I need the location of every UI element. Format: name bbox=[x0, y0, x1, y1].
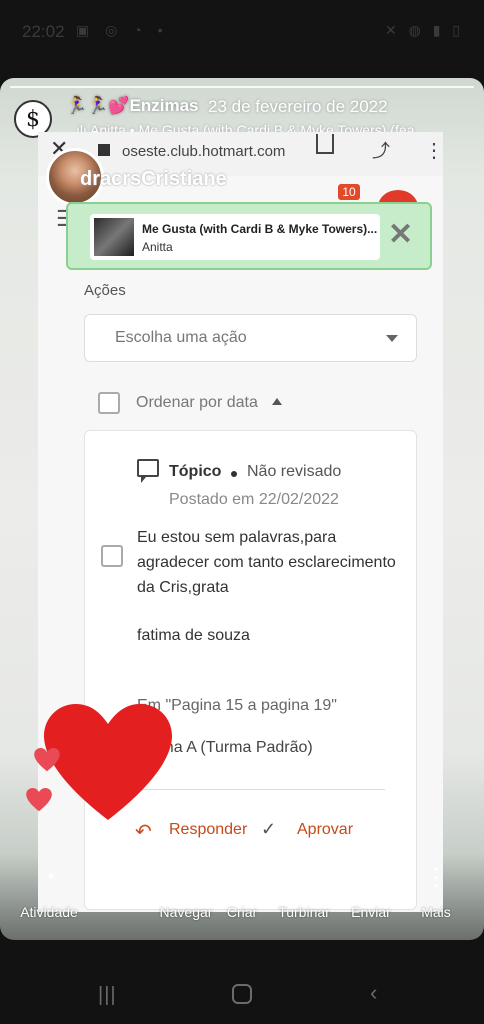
story-action-bar: ◔ Atividade ▯ Navegar ▶ Criar ↗ Turbinar… bbox=[0, 850, 484, 940]
recents-icon[interactable]: ||| bbox=[98, 984, 117, 1007]
story-viewer[interactable]: $ 🏃‍♀️🏃‍♀️💕Enzimas 23 de fevereiro de 20… bbox=[0, 78, 484, 940]
chevron-down-icon bbox=[386, 335, 398, 342]
check-icon: ✓ bbox=[261, 819, 277, 839]
share-icon: ⤴ bbox=[372, 141, 390, 161]
system-nav-bar: ||| ‹ bbox=[0, 940, 484, 1024]
browse-label: Navegar bbox=[159, 904, 213, 920]
notification-icons: ▣ ◎ ◔ • bbox=[76, 22, 169, 38]
send-icon: ➤ bbox=[360, 864, 382, 891]
order-checkbox bbox=[98, 392, 120, 414]
story-date: 23 de fevereiro de 2022 bbox=[208, 97, 388, 116]
activity-label: Atividade bbox=[20, 904, 78, 920]
url-text: oseste.club.hotmart.com bbox=[122, 143, 286, 160]
action-select-placeholder: Escolha uma ação bbox=[115, 329, 247, 346]
separator-dot bbox=[231, 471, 237, 477]
post-checkbox bbox=[101, 545, 123, 567]
home-icon[interactable] bbox=[232, 984, 252, 1004]
send-button[interactable]: ➤ Enviar bbox=[346, 862, 396, 920]
action-select: Escolha uma ação bbox=[84, 314, 417, 362]
notification-badge: 10 bbox=[338, 184, 360, 200]
album-art-image bbox=[94, 218, 134, 256]
actions-label: Ações bbox=[84, 282, 126, 299]
post-type: Tópico bbox=[169, 463, 222, 480]
comment-icon bbox=[137, 459, 159, 483]
clock: 22:02 bbox=[22, 22, 65, 41]
music-sticker-body[interactable]: Me Gusta (with Cardi B & Myke Towers)...… bbox=[90, 214, 380, 260]
boost-button[interactable]: ↗ Turbinar bbox=[274, 862, 334, 920]
reply-label: Responder bbox=[169, 821, 248, 838]
site-name: dracrsCristiane bbox=[80, 168, 227, 190]
status-bar: 22:02 ▣ ◎ ◔ • ✕ ◍ ▮ ▯ bbox=[0, 0, 484, 70]
post-card: Tópico Não revisado Postado em 22/02/202… bbox=[84, 430, 417, 910]
create-label: Criar bbox=[226, 904, 258, 920]
system-status-icons: ✕ ◍ ▮ ▯ bbox=[384, 22, 464, 38]
close-icon[interactable]: ✕ bbox=[388, 218, 413, 252]
more-icon: ⋮ bbox=[424, 864, 448, 891]
more-button[interactable]: ⋮ Mais bbox=[416, 862, 456, 920]
post-body: Eu estou sem palavras,para agradecer com… bbox=[137, 529, 396, 596]
song-title: Me Gusta (with Cardi B & Myke Towers)... bbox=[142, 222, 378, 236]
post-date: Postado em 22/02/2022 bbox=[169, 491, 339, 508]
stop-icon bbox=[98, 144, 110, 156]
story-progress-bar bbox=[10, 86, 474, 88]
small-heart-icon bbox=[26, 788, 52, 812]
browser-menu-icon: ⋮ bbox=[424, 140, 444, 162]
heart-icon bbox=[44, 704, 172, 820]
more-label: Mais bbox=[421, 904, 451, 920]
boost-label: Turbinar bbox=[278, 904, 330, 920]
sort-up-icon bbox=[272, 398, 282, 405]
create-button[interactable]: ▶ Criar bbox=[222, 862, 262, 920]
back-icon[interactable]: ‹ bbox=[370, 980, 377, 1006]
post-status: Não revisado bbox=[247, 463, 342, 480]
bookmark-icon bbox=[316, 134, 334, 154]
browse-icon: ▯ bbox=[179, 864, 193, 891]
browse-button[interactable]: ▯ Navegar bbox=[156, 862, 216, 920]
boost-icon: ↗ bbox=[293, 864, 315, 891]
create-icon: ▶ bbox=[232, 864, 252, 891]
small-heart-icon bbox=[34, 748, 60, 772]
story-username[interactable]: 🏃‍♀️🏃‍♀️💕Enzimas bbox=[66, 96, 198, 116]
music-sticker[interactable]: Me Gusta (with Cardi B & Myke Towers)...… bbox=[66, 202, 432, 270]
order-by-date-label: Ordenar por data bbox=[136, 394, 258, 411]
approve-label: Aprovar bbox=[297, 821, 354, 838]
send-label: Enviar bbox=[351, 904, 391, 920]
activity-button[interactable]: ◔ Atividade bbox=[14, 862, 84, 920]
song-artist: Anitta bbox=[142, 240, 173, 254]
post-author: fatima de souza bbox=[137, 627, 250, 644]
activity-icon: ◔ bbox=[41, 864, 57, 891]
